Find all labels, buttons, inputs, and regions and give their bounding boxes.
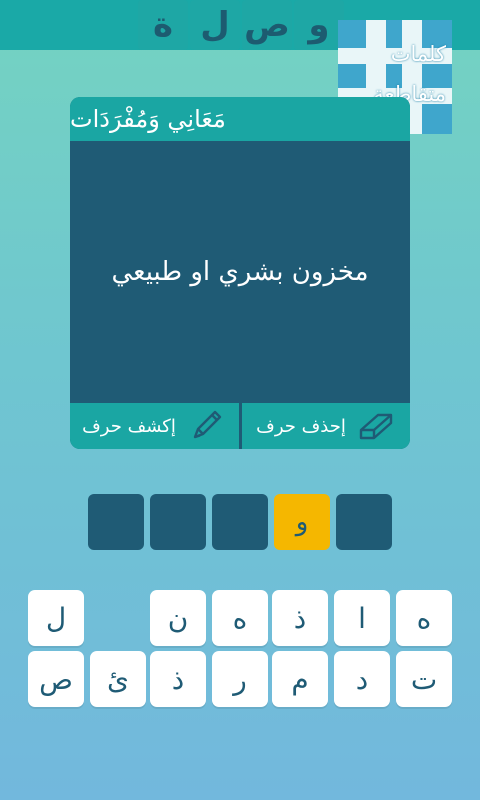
- answer-slot[interactable]: [336, 494, 392, 550]
- reveal-letter-label: إكشف حرف: [82, 415, 176, 437]
- letter-key[interactable]: ذ: [272, 590, 328, 646]
- clue-text: مخزون بشري او طبيعي: [111, 257, 369, 287]
- card-footer: إكشف حرف إحذف حرف: [70, 403, 410, 449]
- letter-key[interactable]: ه: [212, 590, 268, 646]
- letter-key[interactable]: ل: [28, 590, 84, 646]
- logo-text-line1: كلمات: [390, 42, 446, 66]
- letter-key[interactable]: ص: [28, 651, 84, 707]
- logo-letter-tile: ل: [190, 0, 240, 50]
- answer-slot[interactable]: [88, 494, 144, 550]
- pencil-icon: [186, 406, 226, 446]
- logo-letter-tile: ة: [138, 0, 188, 50]
- letter-key[interactable]: ن: [150, 590, 206, 646]
- remove-letter-button[interactable]: إحذف حرف: [242, 403, 410, 449]
- logo-letter-tile: و: [294, 0, 344, 50]
- category-title: مَعَانِي وَمُفْرَدَات: [70, 105, 226, 133]
- eraser-icon: [356, 406, 396, 446]
- remove-letter-label: إحذف حرف: [256, 415, 346, 437]
- letter-key[interactable]: ت: [396, 651, 452, 707]
- answer-slot[interactable]: [150, 494, 206, 550]
- reveal-letter-button[interactable]: إكشف حرف: [70, 403, 238, 449]
- answer-slot-filled[interactable]: و: [274, 494, 330, 550]
- letter-key[interactable]: م: [272, 651, 328, 707]
- letter-key[interactable]: ئ: [90, 651, 146, 707]
- letter-key[interactable]: د: [334, 651, 390, 707]
- letter-key[interactable]: ر: [212, 651, 268, 707]
- clue-card: مَعَانِي وَمُفْرَدَات مخزون بشري او طبيع…: [70, 97, 410, 449]
- letter-key[interactable]: ا: [334, 590, 390, 646]
- logo-letter-tile: ص: [242, 0, 292, 50]
- card-header: مَعَانِي وَمُفْرَدَات: [70, 97, 410, 141]
- letter-key[interactable]: ذ: [150, 651, 206, 707]
- answer-slot[interactable]: [212, 494, 268, 550]
- letter-key[interactable]: ه: [396, 590, 452, 646]
